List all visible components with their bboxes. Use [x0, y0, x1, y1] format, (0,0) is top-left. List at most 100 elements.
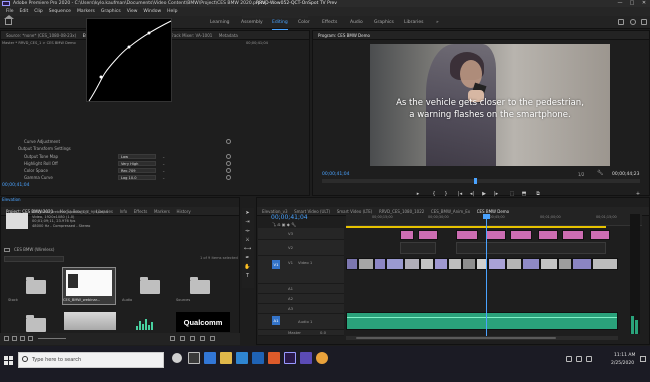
effect-controls-ruler[interactable] — [242, 10, 308, 18]
ripple-edit-tool-icon[interactable]: ⟛ — [244, 228, 251, 234]
video-clip[interactable] — [506, 258, 522, 270]
menu-clip[interactable]: Clip — [34, 7, 43, 16]
automate-icon[interactable] — [170, 336, 175, 341]
title-clip[interactable] — [400, 230, 414, 240]
folder-icon[interactable] — [140, 277, 160, 294]
track-header-v3[interactable]: V3 — [258, 228, 344, 240]
gamma-curve-select[interactable]: Log 10.0 — [118, 175, 156, 180]
track-header-a2[interactable]: A2 — [258, 294, 344, 304]
timeline-scroll-thumb[interactable] — [356, 337, 556, 339]
tab-effects[interactable]: Effects — [134, 207, 148, 215]
menu-edit[interactable]: Edit — [20, 7, 29, 16]
trash-icon[interactable] — [210, 336, 215, 341]
workspace-graphics[interactable]: Graphics — [374, 16, 394, 29]
video-clip[interactable] — [346, 258, 358, 270]
track-header-v1[interactable]: V1 Video 1 — [258, 256, 344, 284]
title-clip-body[interactable] — [400, 242, 436, 254]
timeline-playhead-handle[interactable] — [483, 214, 490, 219]
tab-source[interactable]: Source: *none* (CES_1080-08-23x) — [6, 31, 76, 39]
project-search-input[interactable] — [4, 256, 64, 262]
video-clip[interactable] — [448, 258, 462, 270]
powerpoint-icon[interactable] — [268, 352, 280, 364]
chevron-down-icon[interactable]: ⌄ — [162, 167, 165, 174]
title-clip[interactable] — [456, 230, 478, 240]
audio-clip-thumbnail[interactable] — [136, 318, 156, 330]
home-icon[interactable] — [4, 15, 14, 25]
close-button[interactable]: ✕ — [638, 0, 650, 7]
new-item-icon[interactable] — [200, 336, 205, 341]
workspace-editing[interactable]: Editing — [272, 16, 288, 30]
new-bin-icon[interactable] — [190, 336, 195, 341]
notifications-icon[interactable] — [640, 356, 646, 362]
menu-markers[interactable]: Markers — [77, 7, 95, 16]
video-clip[interactable] — [592, 258, 618, 270]
pen-tool-icon[interactable]: ✒ — [244, 255, 251, 261]
list-view-icon[interactable] — [12, 336, 17, 341]
timeline-scrollbar[interactable] — [346, 336, 618, 340]
battery-icon[interactable] — [586, 356, 592, 362]
lock-icon[interactable] — [4, 336, 9, 341]
selection-tool-icon[interactable]: ➤ — [244, 210, 251, 216]
reset-icon[interactable] — [226, 175, 231, 180]
taskbar-time[interactable]: 11:11 AM — [614, 353, 635, 358]
file-explorer-icon[interactable] — [220, 352, 232, 364]
video-clip[interactable] — [558, 258, 572, 270]
track-header-a1[interactable]: A1 — [258, 284, 344, 294]
video-clip[interactable] — [522, 258, 540, 270]
video-clip[interactable] — [374, 258, 386, 270]
menu-sequence[interactable]: Sequence — [49, 7, 71, 16]
folder-icon[interactable] — [190, 277, 210, 294]
slip-tool-icon[interactable]: ⟷ — [244, 246, 251, 252]
premiere-pro-icon[interactable] — [284, 352, 296, 364]
timeline-playhead[interactable] — [486, 214, 487, 336]
video-clip[interactable] — [404, 258, 420, 270]
program-resolution-select[interactable]: 1/2 — [578, 172, 584, 177]
wrench-icon[interactable]: 🔧︎ — [597, 170, 603, 176]
program-playhead-timecode[interactable]: 00;00;41;04 — [322, 172, 349, 177]
edge-icon[interactable] — [204, 352, 216, 364]
minimize-button[interactable]: — — [614, 0, 626, 7]
menu-view[interactable]: View — [127, 7, 138, 16]
video-clip[interactable] — [572, 258, 592, 270]
timeline-timecode[interactable]: 00;00;41;04 — [271, 214, 308, 221]
highlight-roll-off-select[interactable]: Very High — [118, 161, 156, 166]
curve-point[interactable] — [127, 45, 131, 49]
windows-start-icon[interactable] — [4, 356, 14, 366]
share-icon[interactable] — [618, 19, 624, 25]
reset-icon[interactable] — [226, 168, 231, 173]
curve-point[interactable] — [99, 75, 103, 79]
track-header-a3[interactable]: A3 — [258, 304, 344, 314]
clip-thumbnail[interactable] — [64, 312, 116, 330]
output-tone-map-select[interactable]: Low — [118, 154, 156, 159]
teams-icon[interactable] — [300, 352, 312, 364]
chrome-icon[interactable] — [316, 352, 328, 364]
chevron-down-icon[interactable]: ⌄ — [162, 153, 165, 160]
workspace-overflow[interactable]: » — [436, 16, 439, 29]
chevron-down-icon[interactable]: ⌄ — [162, 174, 165, 181]
ec-row-curve-adjustment[interactable]: Curve Adjustment — [10, 138, 240, 145]
workspace-audio[interactable]: Audio — [350, 16, 363, 29]
work-area-bar[interactable] — [346, 226, 606, 228]
menu-window[interactable]: Window — [143, 7, 161, 16]
master-volume[interactable]: 0.0 — [320, 330, 326, 335]
curve-point[interactable] — [147, 31, 151, 35]
title-clip[interactable] — [486, 230, 506, 240]
tab-metadata[interactable]: Metadata — [219, 31, 238, 39]
razor-tool-icon[interactable]: ⚔ — [244, 237, 251, 243]
title-clip[interactable] — [538, 230, 558, 240]
workspace-effects[interactable]: Effects — [322, 16, 337, 29]
zoom-slider[interactable] — [38, 338, 66, 339]
effect-controls-timecode[interactable]: 00;00;41;04 — [2, 183, 29, 188]
help-icon[interactable] — [630, 19, 636, 25]
title-clip-body[interactable] — [456, 242, 606, 254]
a1-source-patch[interactable]: A1 — [272, 316, 280, 325]
workspace-libraries[interactable]: Libraries — [404, 16, 423, 29]
video-clip[interactable] — [488, 258, 506, 270]
program-video-frame[interactable]: As the vehicle gets closer to the pedest… — [370, 44, 610, 166]
title-clip[interactable] — [562, 230, 584, 240]
track-header-v2[interactable]: V2 — [258, 240, 344, 256]
menu-help[interactable]: Help — [167, 7, 177, 16]
video-clip[interactable] — [386, 258, 404, 270]
program-scrubber[interactable] — [322, 179, 640, 183]
title-clip[interactable] — [510, 230, 532, 240]
